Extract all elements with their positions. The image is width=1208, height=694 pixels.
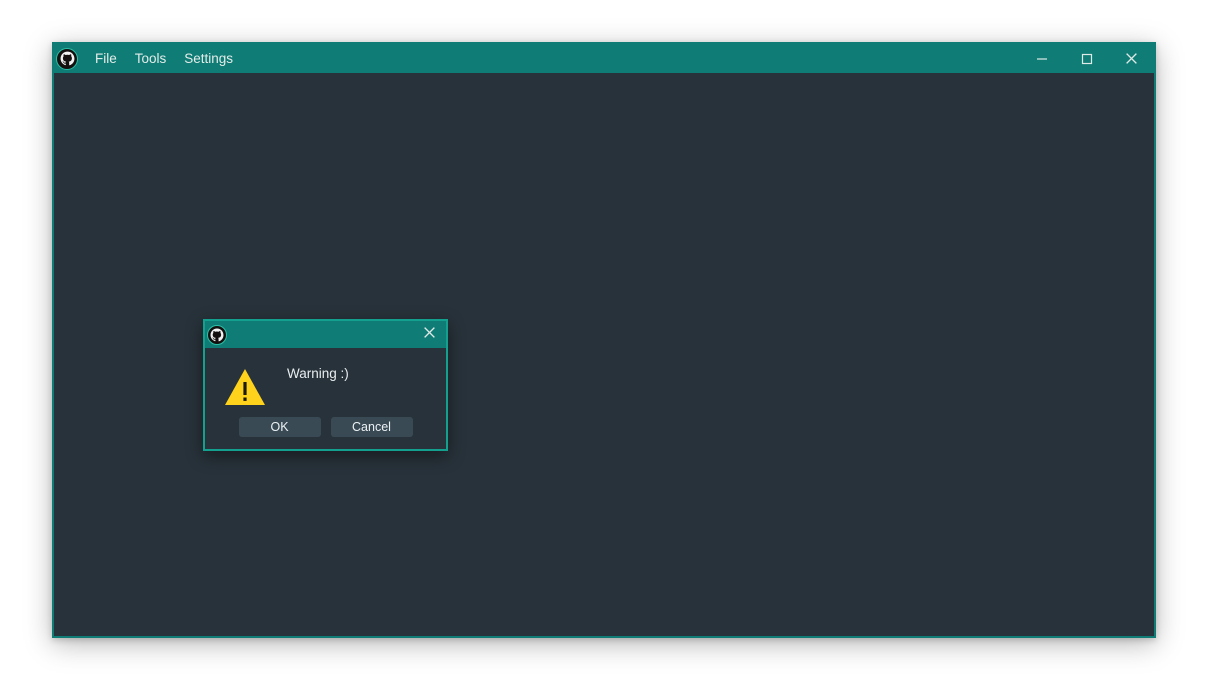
screen: File Tools Settings [0,0,1208,694]
minimize-icon [1036,53,1048,65]
application-window: File Tools Settings [52,42,1156,638]
maximize-button[interactable] [1064,44,1109,73]
dialog-cancel-button[interactable]: Cancel [331,417,413,437]
menu-item-file[interactable]: File [86,46,126,72]
menubar: File Tools Settings [86,44,242,73]
github-mark-icon [56,48,78,70]
dialog-button-row: OK Cancel [205,417,446,437]
menu-item-settings[interactable]: Settings [175,46,242,72]
window-controls [1019,44,1154,73]
github-mark-icon [207,325,227,345]
dialog-ok-button[interactable]: OK [239,417,321,437]
warning-triangle-icon [223,366,267,410]
close-icon [423,326,436,344]
warning-dialog: Warning :) OK Cancel [203,319,448,451]
menu-item-tools[interactable]: Tools [126,46,176,72]
dialog-close-button[interactable] [412,321,446,348]
dialog-titlebar[interactable] [205,321,446,348]
window-titlebar[interactable]: File Tools Settings [54,44,1154,73]
dialog-message: Warning :) [287,366,349,382]
close-button[interactable] [1109,44,1154,73]
close-icon [1125,52,1138,65]
dialog-body: Warning :) OK Cancel [205,348,446,449]
window-content-area: Warning :) OK Cancel [54,73,1154,636]
minimize-button[interactable] [1019,44,1064,73]
dialog-content: Warning :) [205,348,446,410]
maximize-icon [1081,53,1093,65]
